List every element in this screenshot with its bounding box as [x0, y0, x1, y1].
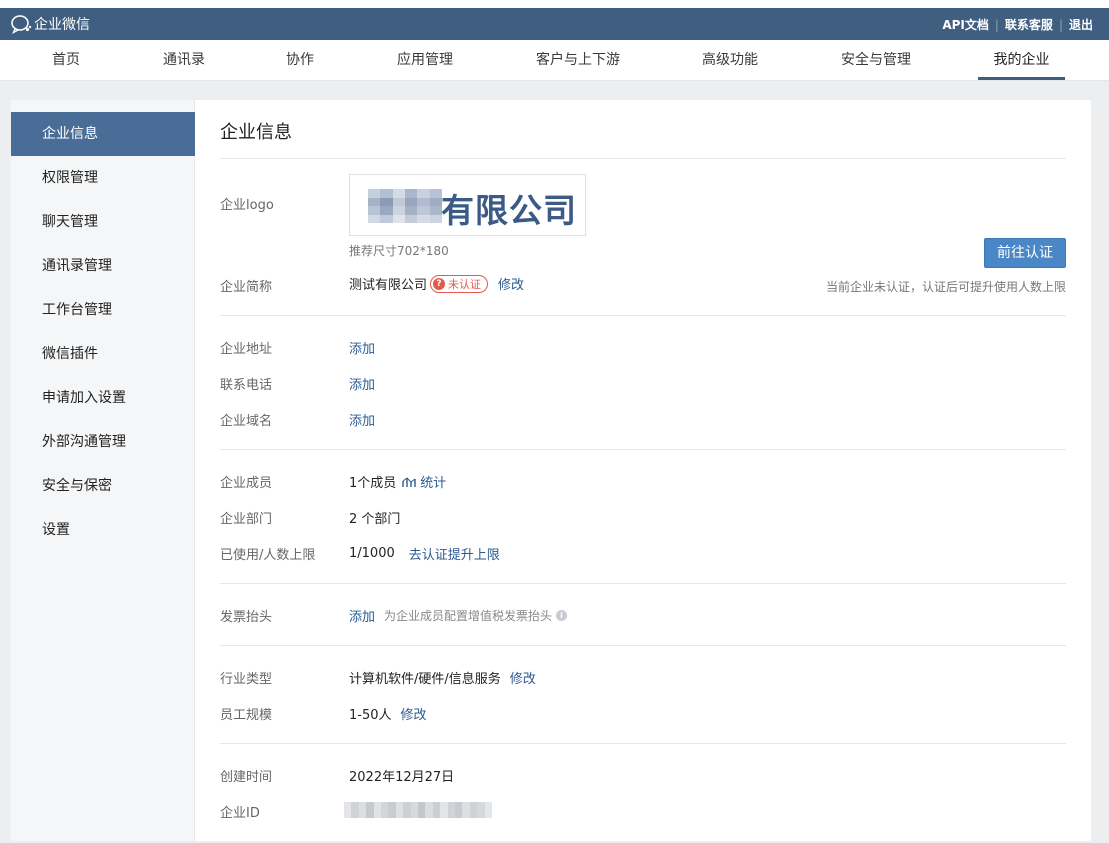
logout-link[interactable]: 退出 — [1069, 16, 1093, 33]
departments-label: 企业部门 — [220, 512, 273, 527]
separator: | — [994, 17, 999, 32]
main-nav: 首页 通讯录 协作 应用管理 客户与上下游 高级功能 安全与管理 我的企业 — [0, 40, 1109, 81]
edit-staff-size-link[interactable]: 修改 — [401, 704, 427, 723]
wework-logo-icon — [11, 15, 32, 34]
raise-limit-link[interactable]: 去认证提升上限 — [409, 544, 500, 563]
logo-preview[interactable]: 有限公司 — [349, 174, 586, 236]
sidebar-item-join-settings[interactable]: 申请加入设置 — [11, 376, 195, 420]
short-name-row: 测试有限公司 ? 未认证 修改 — [349, 274, 524, 293]
enterprise-id-label: 企业ID — [220, 806, 260, 821]
domain-label: 企业域名 — [220, 414, 273, 429]
nav-home[interactable]: 首页 — [42, 40, 90, 80]
uncertified-badge: ? 未认证 — [430, 274, 489, 293]
nav-app-management[interactable]: 应用管理 — [388, 40, 462, 80]
nav-my-enterprise[interactable]: 我的企业 — [978, 40, 1065, 80]
brand[interactable]: 企业微信 — [10, 14, 90, 34]
address-label: 企业地址 — [220, 342, 273, 357]
divider — [220, 315, 1066, 316]
contact-support-link[interactable]: 联系客服 — [1005, 16, 1053, 33]
add-domain-link[interactable]: 添加 — [349, 410, 375, 429]
enterprise-info-panel: 企业信息 企业logo 有限公司 推荐尺寸702*180 前往认证 企业简称 测… — [196, 100, 1091, 841]
member-limit-row: 1/1000 去认证提升上限 — [349, 544, 500, 563]
members-label: 企业成员 — [220, 476, 273, 491]
industry-label: 行业类型 — [220, 672, 273, 687]
pixelated-enterprise-id — [344, 802, 492, 818]
members-row: 1个成员 统计 — [349, 472, 446, 491]
go-certify-button[interactable]: 前往认证 — [984, 238, 1066, 268]
badge-text: 未认证 — [448, 277, 482, 291]
stats-chart-icon[interactable] — [402, 476, 416, 488]
phone-label: 联系电话 — [220, 378, 273, 393]
sidebar-item-security-privacy[interactable]: 安全与保密 — [11, 464, 195, 508]
nav-security-management[interactable]: 安全与管理 — [832, 40, 920, 80]
invoice-row: 添加 为企业成员配置增值税发票抬头 i — [349, 606, 568, 625]
divider — [220, 645, 1066, 646]
nav-contacts[interactable]: 通讯录 — [154, 40, 214, 80]
separator: | — [1058, 17, 1063, 32]
staff-size-value: 1-50人 — [349, 708, 392, 723]
add-invoice-link[interactable]: 添加 — [349, 606, 375, 625]
top-bar: 企业微信 API文档 | 联系客服 | 退出 — [0, 8, 1109, 40]
question-icon: ? — [433, 277, 446, 290]
sidebar-item-wechat-plugin[interactable]: 微信插件 — [11, 332, 195, 376]
sidebar-item-workbench-management[interactable]: 工作台管理 — [11, 288, 195, 332]
industry-row: 计算机软件/硬件/信息服务 修改 — [349, 668, 536, 687]
info-icon[interactable]: i — [556, 610, 568, 621]
top-links: API文档 | 联系客服 | 退出 — [942, 16, 1093, 33]
nav-collaboration[interactable]: 协作 — [276, 40, 324, 80]
staff-size-label: 员工规模 — [220, 708, 273, 723]
staff-size-row: 1-50人 修改 — [349, 704, 427, 723]
divider — [220, 743, 1066, 744]
members-value: 1个成员 — [349, 476, 397, 491]
sidebar-item-permissions[interactable]: 权限管理 — [11, 156, 195, 200]
page-title: 企业信息 — [220, 122, 292, 143]
member-limit-label: 已使用/人数上限 — [220, 548, 316, 563]
divider — [220, 583, 1066, 584]
window-top-strip — [0, 0, 1109, 8]
departments-value: 2 个部门 — [349, 512, 401, 527]
logo-company-text: 有限公司 — [441, 191, 577, 230]
sidebar-item-external-communication[interactable]: 外部沟通管理 — [11, 420, 195, 464]
sidebar-item-enterprise-info[interactable]: 企业信息 — [11, 112, 195, 156]
certification-hint: 当前企业未认证，认证后可提升使用人数上限 — [825, 280, 1066, 294]
logo-size-hint: 推荐尺寸702*180 — [349, 244, 449, 258]
brand-name: 企业微信 — [34, 17, 90, 33]
short-name-value: 测试有限公司 — [349, 278, 428, 293]
nav-advanced-features[interactable]: 高级功能 — [692, 40, 768, 80]
edit-short-name-link[interactable]: 修改 — [498, 274, 524, 293]
sidebar-item-contacts-management[interactable]: 通讯录管理 — [11, 244, 195, 288]
divider — [220, 158, 1066, 159]
logo-label: 企业logo — [220, 198, 274, 213]
add-address-link[interactable]: 添加 — [349, 338, 375, 357]
pixelated-logo-text — [368, 189, 442, 223]
add-phone-link[interactable]: 添加 — [349, 374, 375, 393]
invoice-hint: 为企业成员配置增值税发票抬头 — [384, 609, 553, 623]
sidebar: 企业信息 权限管理 聊天管理 通讯录管理 工作台管理 微信插件 申请加入设置 外… — [11, 100, 195, 841]
nav-customers-partners[interactable]: 客户与上下游 — [527, 40, 629, 80]
created-time-label: 创建时间 — [220, 770, 273, 785]
invoice-label: 发票抬头 — [220, 610, 273, 625]
created-time-value: 2022年12月27日 — [349, 770, 455, 785]
api-docs-link[interactable]: API文档 — [942, 16, 989, 33]
divider — [220, 449, 1066, 450]
sidebar-item-chat-management[interactable]: 聊天管理 — [11, 200, 195, 244]
stats-link[interactable]: 统计 — [420, 472, 446, 491]
member-limit-value: 1/1000 — [349, 546, 395, 561]
sidebar-item-settings[interactable]: 设置 — [11, 508, 195, 552]
short-name-label: 企业简称 — [220, 280, 273, 295]
industry-value: 计算机软件/硬件/信息服务 — [349, 672, 501, 687]
edit-industry-link[interactable]: 修改 — [510, 668, 536, 687]
